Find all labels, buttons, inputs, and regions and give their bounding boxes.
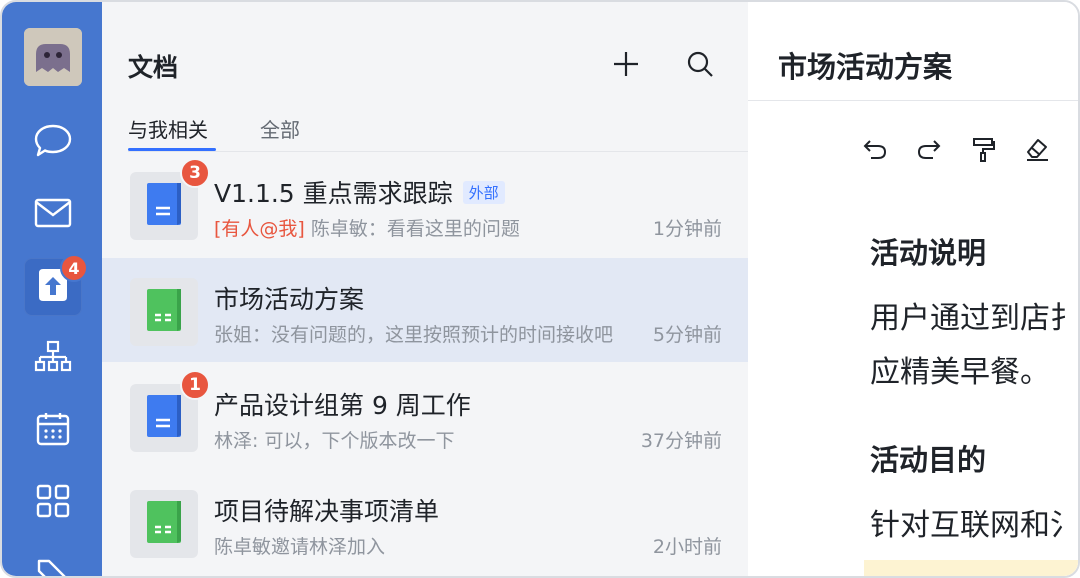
rail-org-button[interactable]: [24, 330, 82, 388]
tab-related-to-me[interactable]: 与我相关: [128, 114, 208, 143]
doc-title: 产品设计组第 9 周工作: [214, 391, 471, 420]
doc-subtitle: [有人@我] 陈卓敏：看看这里的问题: [214, 214, 644, 241]
doc-title: 市场活动方案: [214, 285, 365, 314]
left-rail: 4: [2, 2, 102, 576]
doc-title: V1.1.5 重点需求跟踪 外部: [214, 174, 505, 210]
redo-icon: [916, 137, 942, 165]
rail-docs-button[interactable]: 4: [24, 254, 88, 316]
doc-last-message: 林泽: 可以，下个版本改一下: [214, 430, 455, 452]
tag-icon: [35, 555, 71, 576]
search-button[interactable]: [680, 46, 720, 86]
format-painter-button[interactable]: [966, 134, 1000, 168]
docs-unread-badge: 4: [60, 254, 88, 282]
active-tab-indicator: [128, 148, 216, 151]
eraser-icon: [1024, 136, 1050, 166]
org-chart-icon: [34, 340, 72, 378]
highlighted-text: [864, 560, 1078, 576]
rail-chat-button[interactable]: [24, 114, 82, 172]
mention-label: [有人@我]: [214, 218, 305, 240]
paragraph-line: 用户通过到店扌: [870, 301, 1080, 336]
calendar-icon: [35, 411, 71, 451]
doc-list-item[interactable]: 项目待解决事项清单 陈卓敏邀请林泽加入 2小时前: [102, 470, 748, 574]
doc-thumbnail: [130, 490, 198, 558]
eraser-button[interactable]: [1020, 134, 1054, 168]
paragraph-line: 应精美早餐。: [870, 355, 1050, 390]
rail-apps-button[interactable]: [24, 474, 82, 532]
unread-badge: 1: [180, 370, 210, 400]
header-divider: [748, 100, 1078, 101]
external-tag: 外部: [462, 181, 505, 204]
format-painter-icon: [971, 136, 995, 166]
doc-list-item[interactable]: 3 V1.1.5 重点需求跟踪 外部 [有人@我] 陈卓敏：看看这里的问题 1分钟…: [102, 152, 748, 256]
avatar[interactable]: [24, 28, 82, 86]
doc-timestamp: 1分钟前: [652, 218, 722, 240]
spreadsheet-icon: [144, 500, 184, 548]
redo-button[interactable]: [912, 134, 946, 168]
document-title: 市场活动方案: [778, 50, 953, 84]
panel-title: 文档: [128, 53, 179, 82]
app-window: 4 文档 与我相关 全部 3 V1.1.5 重点需求跟踪 外部 [有人@我] 陈…: [0, 0, 1080, 578]
tab-all[interactable]: 全部: [260, 114, 300, 143]
doc-tabs: 与我相关 全部: [128, 114, 748, 152]
documents-panel: 文档 与我相关 全部 3 V1.1.5 重点需求跟踪 外部 [有人@我] 陈卓敏…: [102, 2, 748, 576]
spreadsheet-icon: [144, 288, 184, 336]
doc-last-message: 陈卓敏邀请林泽加入: [214, 536, 386, 558]
rail-mail-button[interactable]: [24, 186, 82, 244]
document-editor: 市场活动方案 活动说明 用户通过到店扌 应精美早餐。 活动目的 针对互联网和氵: [748, 2, 1080, 576]
mail-icon: [34, 198, 72, 232]
section-heading: 活动说明: [870, 236, 987, 270]
doc-title-text: V1.1.5 重点需求跟踪: [214, 179, 453, 208]
doc-last-message: 张姐：没有问题的，这里按照预计的时间接收吧: [214, 324, 614, 346]
apps-grid-icon: [35, 483, 71, 523]
doc-list-item-selected[interactable]: 市场活动方案 张姐：没有问题的，这里按照预计的时间接收吧 5分钟前: [102, 258, 748, 362]
paragraph-line: 针对互联网和氵: [870, 508, 1080, 543]
plus-icon: [612, 50, 640, 82]
doc-timestamp: 5分钟前: [652, 324, 722, 346]
unread-badge: 3: [180, 158, 210, 188]
doc-thumbnail: [130, 278, 198, 346]
rail-more-button[interactable]: [24, 546, 82, 576]
doc-last-message: 陈卓敏：看看这里的问题: [310, 218, 520, 240]
document-icon: [144, 182, 184, 230]
document-icon: [144, 394, 184, 442]
doc-timestamp: 37分钟前: [640, 430, 722, 452]
doc-timestamp: 2小时前: [652, 536, 722, 558]
undo-icon: [862, 137, 888, 165]
search-icon: [686, 50, 714, 82]
undo-button[interactable]: [858, 134, 892, 168]
doc-title: 项目待解决事项清单: [214, 497, 440, 526]
rail-calendar-button[interactable]: [24, 402, 82, 460]
chat-icon: [33, 123, 73, 163]
section-heading: 活动目的: [870, 443, 987, 477]
doc-list-item[interactable]: 1 产品设计组第 9 周工作 林泽: 可以，下个版本改一下 37分钟前: [102, 364, 748, 468]
new-doc-button[interactable]: [606, 46, 646, 86]
